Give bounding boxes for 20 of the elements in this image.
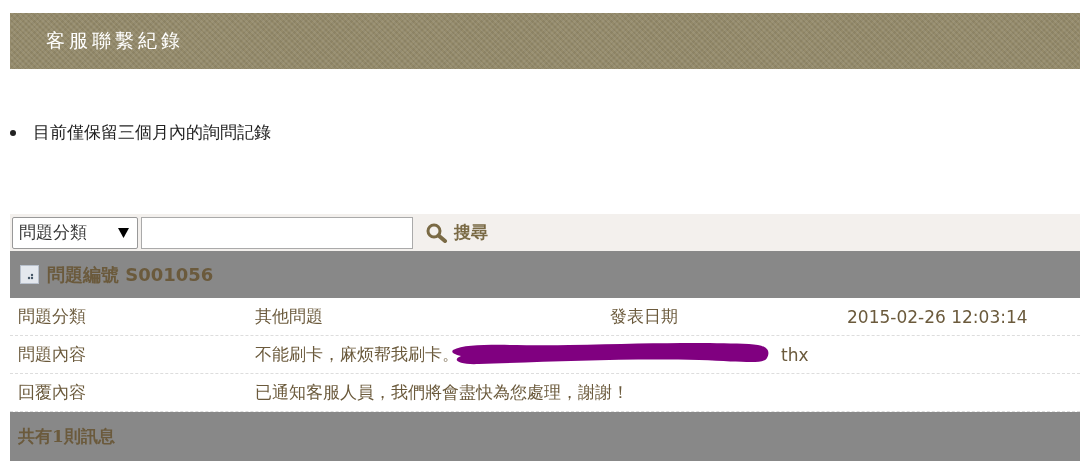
note-text: 目前僅保留三個月內的詢問記錄 <box>33 121 271 144</box>
table-cell: 不能刷卡，麻烦帮我刷卡。 <box>255 343 459 366</box>
table-cell: 發表日期 <box>610 305 678 328</box>
category-dropdown[interactable]: 問題分類 <box>12 216 138 249</box>
page-title: 客服聯繫紀錄 <box>46 28 184 53</box>
search-field[interactable] <box>141 216 413 249</box>
table-cell: 其他問題 <box>255 305 323 328</box>
table-cell: 回覆內容 <box>18 381 86 404</box>
table-cell: 問題內容 <box>18 343 86 366</box>
search-button[interactable]: 搜尋 <box>424 219 490 246</box>
table-cell: 問題分類 <box>18 305 86 328</box>
message-count: 共有1則訊息 <box>18 425 115 448</box>
table-cell: 已通知客服人員，我們將會盡快為您處理，謝謝！ <box>255 381 629 404</box>
document-icon <box>20 265 39 284</box>
ticket-number: 問題編號 S001056 <box>47 262 214 287</box>
search-icon <box>426 222 448 243</box>
table-cell: thx <box>781 344 809 365</box>
table-cell: 2015-02-26 12:03:14 <box>847 306 1028 327</box>
caret-icon <box>118 227 129 238</box>
bullet-icon <box>10 129 16 136</box>
